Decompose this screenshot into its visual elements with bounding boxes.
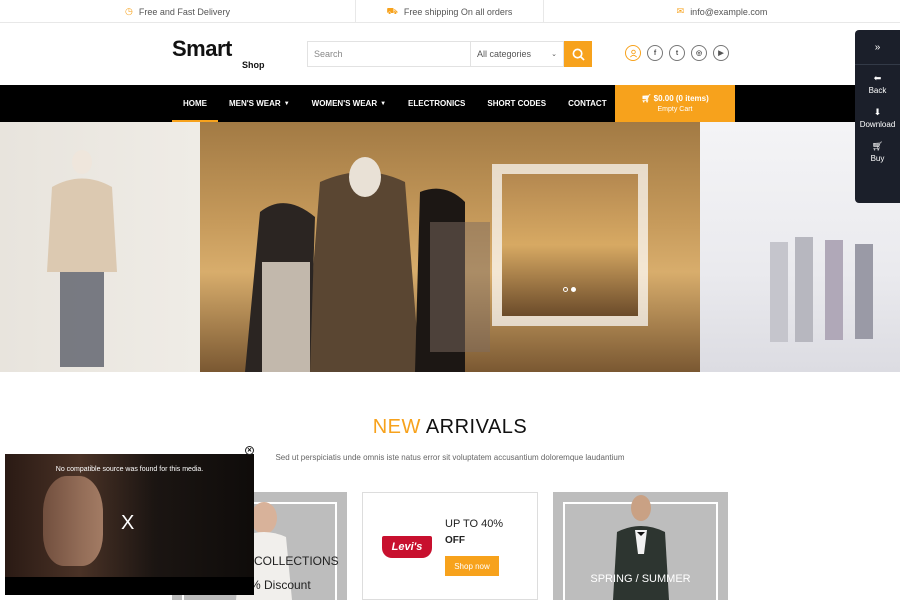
cart-icon: 🛒︎	[641, 94, 652, 103]
category-select[interactable]: All categories ⌄	[470, 41, 564, 67]
nav-label: WOMEN'S WEAR	[311, 99, 378, 108]
buy-label: Buy	[870, 154, 885, 163]
delivery-info: ◷ Free and Fast Delivery	[0, 0, 356, 23]
download-button[interactable]: ⬇ Download	[855, 99, 900, 133]
shop-now-button[interactable]: Shop now	[445, 556, 499, 576]
card1-discount: % Discount	[250, 578, 311, 592]
caret-down-icon: ▼	[380, 100, 387, 107]
logo-sub-text: Shop	[242, 60, 265, 70]
search-bar: Search All categories ⌄	[307, 41, 592, 67]
buy-button[interactable]: 🛒︎ Buy	[855, 133, 900, 167]
levis-logo: Levi's	[382, 536, 432, 558]
download-icon: ⬇	[873, 107, 882, 117]
video-close-button[interactable]: ✕	[245, 446, 254, 455]
twitter-icon[interactable]: t	[669, 45, 685, 61]
nav-label: HOME	[183, 99, 207, 108]
video-face-shape	[43, 476, 103, 566]
cart-status: Empty Cart	[657, 106, 693, 113]
instagram-icon[interactable]: ◎	[691, 45, 707, 61]
social-links: f t ◎ ▶	[625, 45, 729, 61]
promo-card-levis[interactable]: Levi's UP TO 40% OFF Shop now	[362, 492, 538, 600]
nav-item-electronics[interactable]: ELECTRONICS	[397, 85, 476, 122]
back-label: Back	[868, 86, 887, 95]
shipping-text: Free shipping On all orders	[403, 6, 513, 17]
close-icon: ✕	[246, 448, 253, 454]
promo-card-spring-summer[interactable]: SPRING / SUMMER	[553, 492, 728, 600]
nav-label: SHORT CODES	[487, 99, 547, 108]
double-chevron-right-icon: »	[874, 41, 881, 53]
nav-label: ELECTRONICS	[408, 99, 466, 108]
mannequin-illustration	[47, 150, 117, 367]
truck-icon: ⛟	[386, 5, 398, 16]
email-text[interactable]: info@example.com	[690, 7, 767, 17]
shipping-info: ⛟ Free shipping On all orders	[356, 0, 544, 23]
caret-down-icon: ▼	[283, 100, 290, 107]
slider-dot[interactable]	[563, 287, 568, 292]
search-placeholder: Search	[314, 49, 343, 59]
nav-item-womens-wear[interactable]: WOMEN'S WEAR ▼	[301, 85, 397, 122]
card3-title: SPRING / SUMMER	[590, 573, 691, 585]
title-rest: ARRIVALS	[425, 416, 528, 438]
search-input[interactable]: Search	[307, 41, 470, 67]
nav-label: MEN'S WEAR	[229, 99, 281, 108]
demo-side-panel: » ⬅ Back ⬇ Download 🛒︎ Buy	[855, 30, 900, 203]
category-select-value: All categories	[477, 49, 532, 59]
hero-left-image	[0, 122, 200, 372]
hero-thumbnail-frame	[492, 164, 648, 326]
user-account-icon[interactable]	[625, 45, 641, 61]
facebook-icon[interactable]: f	[647, 45, 663, 61]
envelope-icon: ✉	[676, 6, 685, 16]
clock-icon: ◷	[125, 6, 133, 16]
cart-icon: 🛒︎	[871, 141, 884, 151]
title-highlight: NEW	[372, 416, 421, 438]
cart-total-line: 🛒︎ $0.00 (0 items)	[615, 85, 735, 103]
slider-dots	[563, 287, 576, 292]
logo-main-text: Smart	[172, 36, 232, 61]
nav-item-home[interactable]: HOME	[172, 85, 218, 122]
download-label: Download	[859, 120, 896, 129]
card1-title: COLLECTIONS	[254, 554, 339, 568]
chevron-down-icon: ⌄	[551, 51, 557, 58]
delivery-text: Free and Fast Delivery	[138, 6, 230, 17]
youtube-icon[interactable]: ▶	[713, 45, 729, 61]
nav-label: CONTACT	[568, 99, 607, 108]
hero-thumbnail-image	[502, 174, 638, 316]
slider-dot-active[interactable]	[571, 287, 576, 292]
search-icon	[572, 48, 585, 61]
cart-total: $0.00 (0 items)	[653, 94, 709, 103]
nav-item-mens-wear[interactable]: MEN'S WEAR ▼	[218, 85, 301, 122]
arrow-left-icon: ⬅	[873, 73, 882, 83]
card2-title: UP TO 40%	[445, 518, 504, 530]
video-error-x: X	[121, 512, 135, 534]
cart-button[interactable]: 🛒︎ $0.00 (0 items) Empty Cart	[615, 85, 735, 122]
nav-item-short-codes[interactable]: SHORT CODES	[476, 85, 557, 122]
search-button[interactable]	[564, 41, 592, 67]
video-error-message: No compatible source was found for this …	[55, 466, 204, 473]
top-info-bar: ◷ Free and Fast Delivery ⛟ Free shipping…	[0, 0, 900, 23]
back-button[interactable]: ⬅ Back	[855, 65, 900, 99]
site-logo[interactable]: Smart Shop	[172, 36, 272, 72]
nav-item-contact[interactable]: CONTACT	[557, 85, 618, 122]
video-controls-bar[interactable]	[5, 577, 254, 595]
section-title: NEW ARRIVALS	[0, 416, 900, 439]
main-navigation: HOME MEN'S WEAR ▼ WOMEN'S WEAR ▼ ELECTRONI…	[0, 85, 900, 122]
email-info[interactable]: ✉ info@example.com	[544, 0, 900, 23]
panel-toggle-button[interactable]: »	[855, 30, 900, 65]
hero-slider[interactable]	[0, 122, 900, 372]
video-popup[interactable]: No compatible source was found for this …	[5, 454, 254, 595]
card2-subtitle: OFF	[445, 535, 465, 546]
